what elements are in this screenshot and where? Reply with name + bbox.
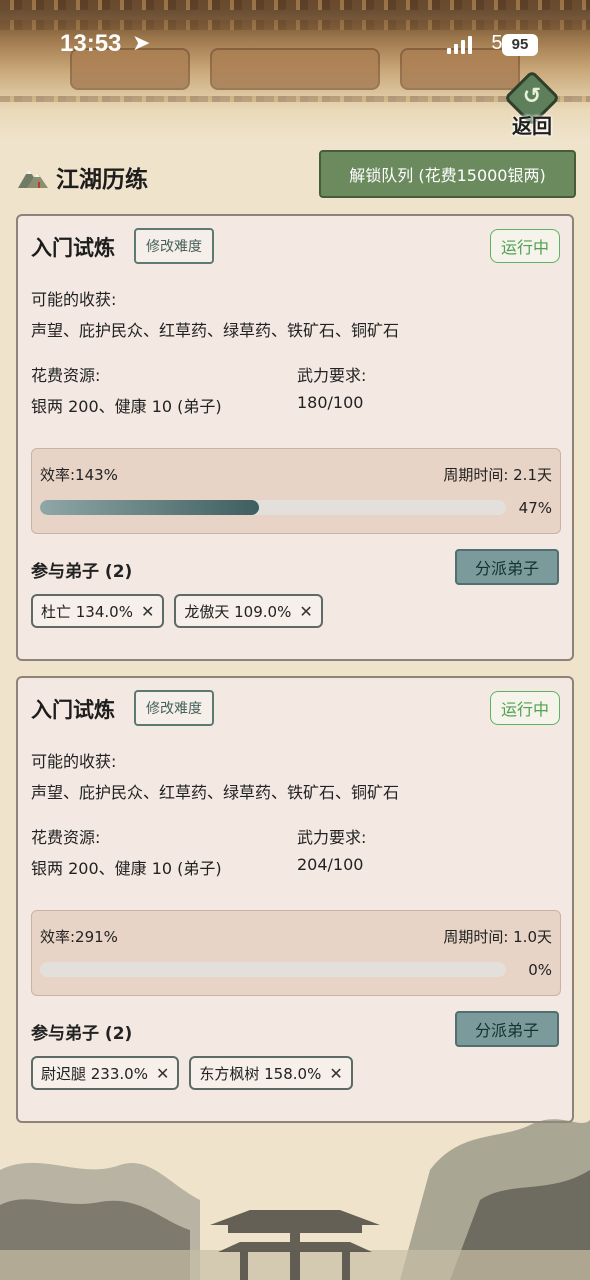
disciple-chips: 尉迟腿 233.0% ✕ 东方枫树 158.0% ✕ — [31, 1056, 353, 1090]
unlock-queue-button[interactable]: 解锁队列 (花费15000银两) — [319, 150, 576, 198]
disciples-label: 参与弟子 (2) — [31, 562, 133, 582]
progress-fill — [40, 500, 260, 515]
card-title: 入门试炼 — [31, 236, 115, 260]
efficiency-text: 效率:143% — [40, 466, 118, 484]
disciple-chip: 杜亡 134.0% ✕ — [31, 594, 165, 628]
status-time: 13:53 — [60, 30, 122, 57]
disciple-name: 龙傲天 109.0% — [184, 602, 292, 621]
disciple-name: 尉迟腿 233.0% — [41, 1064, 148, 1083]
cost-value: 银两 200、健康 10 (弟子) — [31, 859, 222, 878]
mountain-icon — [18, 169, 48, 188]
efficiency-text: 效率:291% — [40, 928, 118, 946]
back-label: 返回 — [512, 114, 552, 138]
status-bar: 13:53 ➤ 5G 95 — [0, 28, 590, 64]
modify-difficulty-button[interactable]: 修改难度 — [134, 228, 214, 264]
progress-panel: 效率:143% 周期时间: 2.1天 47% — [31, 448, 561, 534]
status-badge: 运行中 — [489, 691, 560, 725]
cycle-time-text: 周期时间: 2.1天 — [443, 466, 552, 484]
progress-bar — [40, 962, 506, 977]
training-card: 入门试炼 修改难度 运行中 可能的收获: 声望、庇护民众、红草药、绿草药、铁矿石… — [16, 676, 574, 1123]
modify-difficulty-button[interactable]: 修改难度 — [134, 690, 214, 726]
disciple-name: 杜亡 134.0% — [41, 602, 133, 621]
rewards-label: 可能的收获: — [31, 752, 117, 771]
progress-bar — [40, 500, 506, 515]
power-value: 180/100 — [297, 393, 364, 412]
landscape-illustration — [0, 1119, 590, 1280]
progress-percent: 47% — [518, 499, 552, 517]
assign-disciples-button[interactable]: 分派弟子 — [455, 549, 559, 585]
training-card: 入门试炼 修改难度 运行中 可能的收获: 声望、庇护民众、红草药、绿草药、铁矿石… — [16, 214, 574, 661]
disciple-chips: 杜亡 134.0% ✕ 龙傲天 109.0% ✕ — [31, 594, 323, 628]
progress-panel: 效率:291% 周期时间: 1.0天 0% — [31, 910, 561, 996]
remove-icon[interactable]: ✕ — [156, 1064, 169, 1083]
disciples-label: 参与弟子 (2) — [31, 1024, 133, 1044]
location-arrow-icon: ➤ — [132, 30, 151, 55]
remove-icon[interactable]: ✕ — [329, 1064, 342, 1083]
signal-icon — [447, 34, 472, 54]
assign-disciples-button[interactable]: 分派弟子 — [455, 1011, 559, 1047]
cost-label: 花费资源: — [31, 366, 101, 385]
title-row: 江湖历练 解锁队列 (花费15000银两) — [16, 150, 576, 200]
power-value: 204/100 — [297, 855, 364, 874]
disciple-chip: 龙傲天 109.0% ✕ — [174, 594, 323, 628]
rewards-list: 声望、庇护民众、红草药、绿草药、铁矿石、铜矿石 — [31, 321, 400, 340]
disciple-chip: 东方枫树 158.0% ✕ — [189, 1056, 353, 1090]
remove-icon[interactable]: ✕ — [299, 602, 312, 621]
rewards-label: 可能的收获: — [31, 290, 117, 309]
back-arrow-icon: ↺ — [522, 84, 542, 109]
cost-label: 花费资源: — [31, 828, 101, 847]
back-button[interactable]: ↺ 返回 — [503, 69, 561, 138]
disciple-name: 东方枫树 158.0% — [199, 1064, 322, 1083]
page-title: 江湖历练 — [56, 167, 148, 193]
cost-value: 银两 200、健康 10 (弟子) — [31, 397, 222, 416]
card-title: 入门试炼 — [31, 698, 115, 722]
power-label: 武力要求: — [297, 366, 367, 385]
battery-icon: 95 — [502, 34, 538, 56]
disciple-chip: 尉迟腿 233.0% ✕ — [31, 1056, 180, 1090]
power-label: 武力要求: — [297, 828, 367, 847]
remove-icon[interactable]: ✕ — [141, 602, 154, 621]
status-badge: 运行中 — [489, 229, 560, 263]
header-decoration — [0, 0, 590, 140]
rewards-list: 声望、庇护民众、红草药、绿草药、铁矿石、铜矿石 — [31, 783, 400, 802]
cycle-time-text: 周期时间: 1.0天 — [443, 928, 552, 946]
progress-percent: 0% — [528, 961, 552, 979]
